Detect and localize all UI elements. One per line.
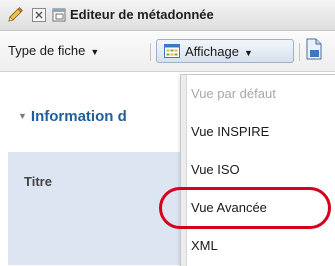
- section-header[interactable]: ▼ Information d: [18, 108, 127, 125]
- title-bar: Editeur de métadonnée: [0, 0, 335, 31]
- section-title: Information d: [30, 108, 127, 125]
- document-icon[interactable]: [305, 38, 323, 60]
- toolbar-separator: [299, 43, 300, 61]
- type-de-fiche-label: Type de fiche: [8, 43, 86, 58]
- toolbar-separator: [150, 43, 151, 61]
- pencil-icon[interactable]: [6, 6, 24, 24]
- chevron-down-icon: ▼: [90, 47, 100, 57]
- menu-item-vue-par-defaut: Vue par défaut: [191, 86, 276, 101]
- grid-view-icon: [164, 44, 180, 58]
- affichage-label: Affichage: [185, 44, 239, 59]
- highlight-annotation: [159, 187, 331, 229]
- toolbar: Type de fiche ▼ Affichage ▼: [0, 31, 335, 72]
- menu-item-vue-iso[interactable]: Vue ISO: [191, 151, 240, 189]
- affichage-dropdown[interactable]: Affichage ▼: [156, 39, 294, 63]
- chevron-down-icon: ▼: [243, 48, 253, 58]
- titre-label: Titre: [24, 174, 52, 189]
- window-icon[interactable]: [52, 8, 66, 22]
- menu-gutter: [181, 75, 187, 266]
- menu-item-vue-inspire[interactable]: Vue INSPIRE: [191, 113, 269, 151]
- close-icon[interactable]: [32, 8, 46, 22]
- affichage-menu: Vue par défaut Vue INSPIRE Vue ISO Vue A…: [180, 74, 335, 266]
- menu-item-xml[interactable]: XML: [191, 227, 218, 265]
- collapse-triangle-icon[interactable]: ▼: [18, 111, 27, 121]
- type-de-fiche-dropdown[interactable]: Type de fiche ▼: [8, 39, 99, 63]
- window-title: Editeur de métadonnée: [70, 7, 214, 22]
